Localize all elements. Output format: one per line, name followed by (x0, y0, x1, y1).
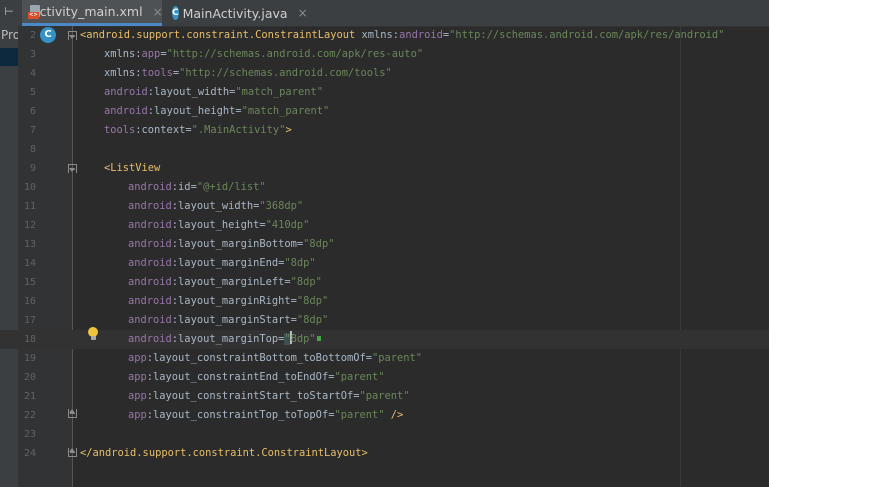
line-number: 24 (23, 448, 36, 459)
code-text: tools:context=".MainActivity"> (104, 124, 292, 136)
line-number: 22 (23, 410, 36, 421)
line-number: 4 (29, 68, 36, 79)
code-line[interactable]: 16 android:layout_marginRight="8dp" (0, 292, 769, 311)
ok-marker (316, 336, 321, 341)
line-number: 7 (29, 125, 36, 136)
code-line[interactable]: 19 app:layout_constraintBottom_toBottomO… (0, 349, 769, 368)
code-line[interactable]: 8 (0, 140, 769, 159)
code-line[interactable]: 14 android:layout_marginEnd="8dp" (0, 254, 769, 273)
editor-window: ⊢ <> activity_main.xml × C MainActivity.… (0, 0, 769, 487)
line-number: 5 (29, 87, 36, 98)
code-text: app:layout_constraintBottom_toBottomOf="… (128, 352, 423, 364)
close-tab-icon[interactable]: × (153, 5, 163, 19)
code-text: android:layout_marginRight="8dp" (128, 295, 329, 307)
code-text: android:layout_height="match_parent" (104, 105, 330, 117)
code-text: android:layout_marginTop="8dp" (128, 330, 321, 349)
code-text: </android.support.constraint.ConstraintL… (80, 447, 368, 459)
code-line[interactable]: 21 app:layout_constraintStart_toStartOf=… (0, 387, 769, 406)
code-area[interactable]: 2 <android.support.constraint.Constraint… (0, 26, 769, 487)
editor-tab-bar: ⊢ <> activity_main.xml × C MainActivity.… (0, 0, 769, 27)
code-line[interactable]: 15 android:layout_marginLeft="8dp" (0, 273, 769, 292)
code-text: android:layout_height="410dp" (128, 219, 310, 231)
line-number: 9 (29, 163, 36, 174)
line-number: 15 (23, 277, 36, 288)
code-text: app:layout_constraintTop_toTopOf="parent… (128, 409, 404, 421)
code-text: android:layout_width="368dp" (128, 200, 304, 212)
fold-collapse-icon[interactable] (68, 164, 77, 173)
line-number: 10 (23, 182, 36, 193)
tab-label: activity_main.xml (32, 4, 143, 19)
code-line[interactable]: 20 app:layout_constraintEnd_toEndOf="par… (0, 368, 769, 387)
code-line[interactable]: 17 android:layout_marginStart="8dp" (0, 311, 769, 330)
code-line[interactable]: 11 android:layout_width="368dp" (0, 197, 769, 216)
line-number: 13 (23, 239, 36, 250)
code-line[interactable]: 12 android:layout_height="410dp" (0, 216, 769, 235)
tab-label: MainActivity.java (182, 5, 288, 21)
code-line[interactable]: 23 (0, 425, 769, 444)
code-text: app:layout_constraintEnd_toEndOf="parent… (128, 371, 385, 383)
line-number: 14 (23, 258, 36, 269)
code-line[interactable]: 5 android:layout_width="match_parent" (0, 83, 769, 102)
code-line[interactable]: 13 android:layout_marginBottom="8dp" (0, 235, 769, 254)
related-class-gutter-icon[interactable]: C (40, 27, 56, 43)
line-number: 8 (29, 144, 36, 155)
lightbulb-icon[interactable] (88, 327, 98, 341)
fold-end-icon[interactable] (68, 448, 77, 457)
line-number: 18 (23, 334, 36, 345)
code-text: android:layout_width="match_parent" (104, 86, 323, 98)
fold-end-icon[interactable] (68, 409, 77, 418)
code-line[interactable]: 4 xmlns:tools="http://schemas.android.co… (0, 64, 769, 83)
line-number: 16 (23, 296, 36, 307)
code-line[interactable]: 9 <ListView (0, 159, 769, 178)
line-number: 12 (23, 220, 36, 231)
code-text: xmlns:tools="http://schemas.android.com/… (104, 67, 392, 79)
code-line[interactable]: 24 </android.support.constraint.Constrai… (0, 444, 769, 463)
code-text: android:layout_marginEnd="8dp" (128, 257, 316, 269)
tab-activity-main-xml[interactable]: <> activity_main.xml × (22, 0, 163, 26)
java-class-icon: C (172, 6, 179, 20)
code-text: android:layout_marginLeft="8dp" (128, 276, 322, 288)
code-line[interactable]: 2 <android.support.constraint.Constraint… (0, 26, 769, 45)
code-text: android:layout_marginBottom="8dp" (128, 238, 335, 250)
collapse-panel-icon[interactable]: ⊢ (0, 0, 18, 26)
line-number: 3 (29, 49, 36, 60)
code-text: <android.support.constraint.ConstraintLa… (80, 29, 725, 41)
close-tab-icon[interactable]: × (298, 6, 308, 20)
code-text: android:id="@+id/list" (128, 181, 266, 193)
code-text: xmlns:app="http://schemas.android.com/ap… (104, 48, 424, 60)
line-number: 21 (23, 391, 36, 402)
code-line[interactable]: 3 xmlns:app="http://schemas.android.com/… (0, 45, 769, 64)
line-number: 11 (23, 201, 36, 212)
code-line-current[interactable]: 18 android:layout_marginTop="8dp" (0, 330, 769, 349)
line-number: 20 (23, 372, 36, 383)
line-number: 17 (23, 315, 36, 326)
code-text: android:layout_marginStart="8dp" (128, 314, 329, 326)
code-text: <ListView (104, 162, 161, 174)
line-number: 19 (23, 353, 36, 364)
code-line[interactable]: 6 android:layout_height="match_parent" (0, 102, 769, 121)
code-line[interactable]: 10 android:id="@+id/list" (0, 178, 769, 197)
code-line[interactable]: 7 tools:context=".MainActivity"> (0, 121, 769, 140)
tab-main-activity-java[interactable]: C MainActivity.java × (167, 0, 308, 26)
fold-collapse-icon[interactable] (68, 31, 77, 40)
line-number: 23 (23, 429, 36, 440)
code-line[interactable]: 22 app:layout_constraintTop_toTopOf="par… (0, 406, 769, 425)
code-text: app:layout_constraintStart_toStartOf="pa… (128, 390, 410, 402)
line-number: 2 (29, 30, 36, 41)
line-number: 6 (29, 106, 36, 117)
